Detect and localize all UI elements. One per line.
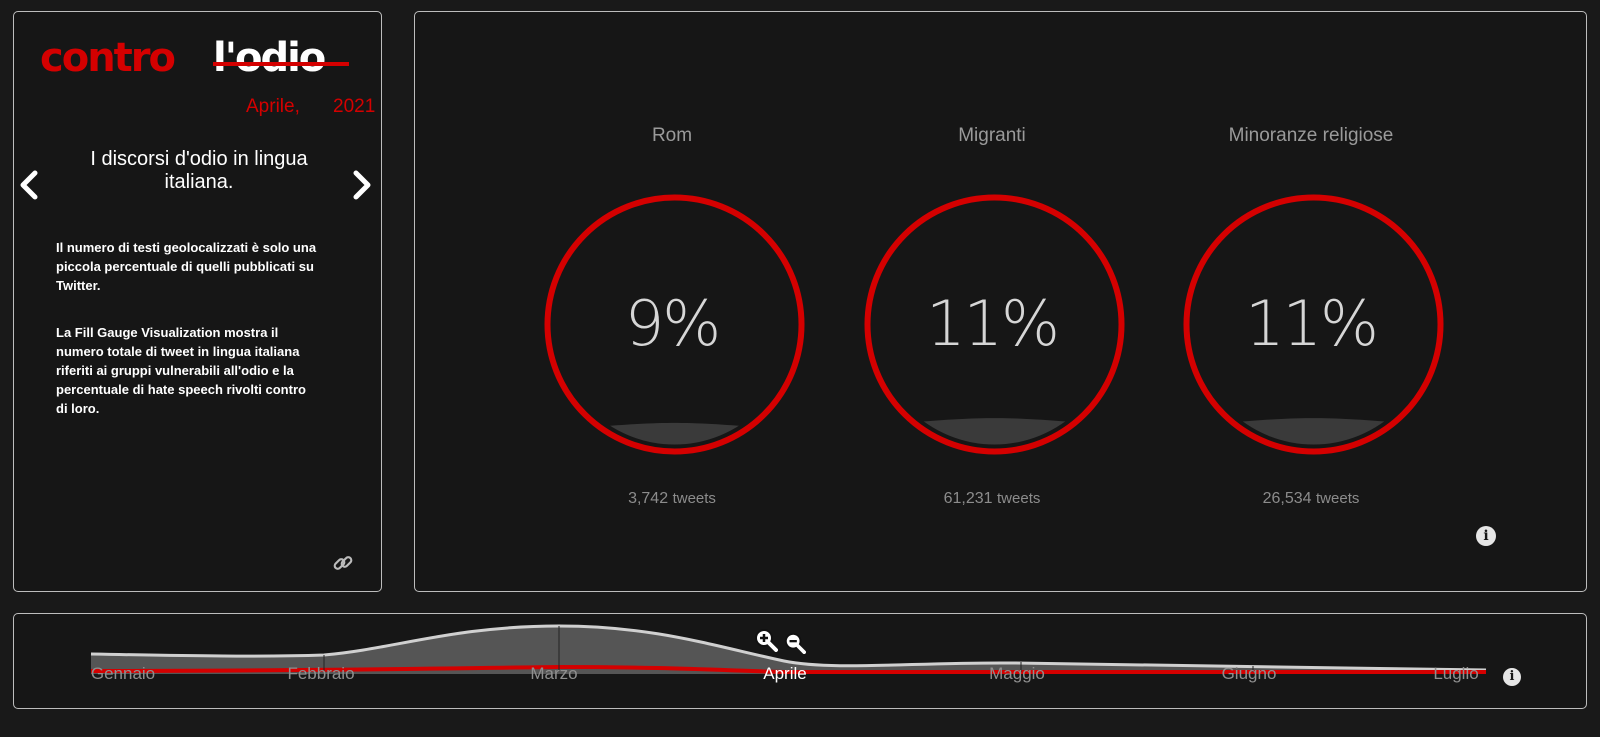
logo-word-odio: l'odio (213, 35, 326, 81)
month-label-giugno[interactable]: Giugno (1222, 664, 1277, 684)
gauge-minoranze-religiose: Minoranze religiose 11% 26,534 tweets (1161, 122, 1461, 542)
link-icon[interactable] (332, 552, 354, 574)
logo-strikethrough (213, 62, 349, 66)
tweet-count-unit: tweets (1316, 490, 1360, 507)
timeline-chart (90, 624, 1487, 674)
gauge-percent: 11% (1245, 287, 1379, 360)
gauge-panel: Rom 9% 3,742 tweets Migranti 11% 61,231 … (414, 11, 1587, 592)
gauge-rom: Rom 9% 3,742 tweets (522, 122, 822, 542)
tweet-count-unit: tweets (672, 490, 716, 507)
logo: contro l'odio Aprile, 2021 (40, 35, 375, 126)
month-label-febbraio[interactable]: Febbraio (287, 664, 354, 684)
intro-panel: contro l'odio Aprile, 2021 I discorsi d'… (13, 11, 382, 592)
tweet-count-value: 26,534 (1262, 490, 1312, 507)
chevron-left-icon[interactable] (18, 170, 40, 206)
gauge-title: Migranti (958, 125, 1026, 146)
month-label-aprile[interactable]: Aprile (763, 664, 806, 684)
gauge-migranti: Migranti 11% 61,231 tweets (842, 122, 1142, 542)
logo-year: 2021 (333, 96, 376, 117)
tweet-count-unit: tweets (997, 490, 1041, 507)
gauge-tweet-count: 26,534 tweets (1161, 490, 1461, 508)
slide-paragraph-2: La Fill Gauge Visualization mostra il nu… (56, 325, 306, 416)
month-label-gennaio[interactable]: Gennaio (91, 664, 155, 684)
gauge-percent: 11% (926, 287, 1060, 360)
gauge-tweet-count: 61,231 tweets (842, 490, 1142, 508)
slide-paragraph-1: Il numero di testi geolocalizzati è solo… (56, 240, 317, 293)
tweet-count-value: 3,742 (628, 490, 669, 507)
logo-word-contro: contro (40, 35, 176, 81)
gauge-tweet-count: 3,742 tweets (522, 490, 822, 508)
month-label-marzo[interactable]: Marzo (530, 664, 577, 684)
timeline-panel: Gennaio Febbraio Marzo Aprile Maggio Giu… (13, 613, 1587, 709)
chevron-right-icon[interactable] (351, 170, 373, 206)
zoom-out-icon[interactable] (784, 632, 806, 654)
gauge-percent: 9% (624, 287, 721, 360)
logo-month: Aprile, (246, 96, 300, 117)
info-icon[interactable]: i (1476, 526, 1496, 546)
slide-title: I discorsi d'odio in lingua italiana. (90, 148, 308, 193)
info-icon[interactable]: i (1503, 668, 1521, 686)
zoom-in-icon[interactable] (754, 628, 778, 652)
month-label-luglio[interactable]: Luglio (1433, 664, 1478, 684)
tweet-count-value: 61,231 (943, 490, 993, 507)
gauge-title: Minoranze religiose (1228, 125, 1394, 146)
month-label-maggio[interactable]: Maggio (989, 664, 1045, 684)
gauge-title: Rom (651, 125, 693, 146)
